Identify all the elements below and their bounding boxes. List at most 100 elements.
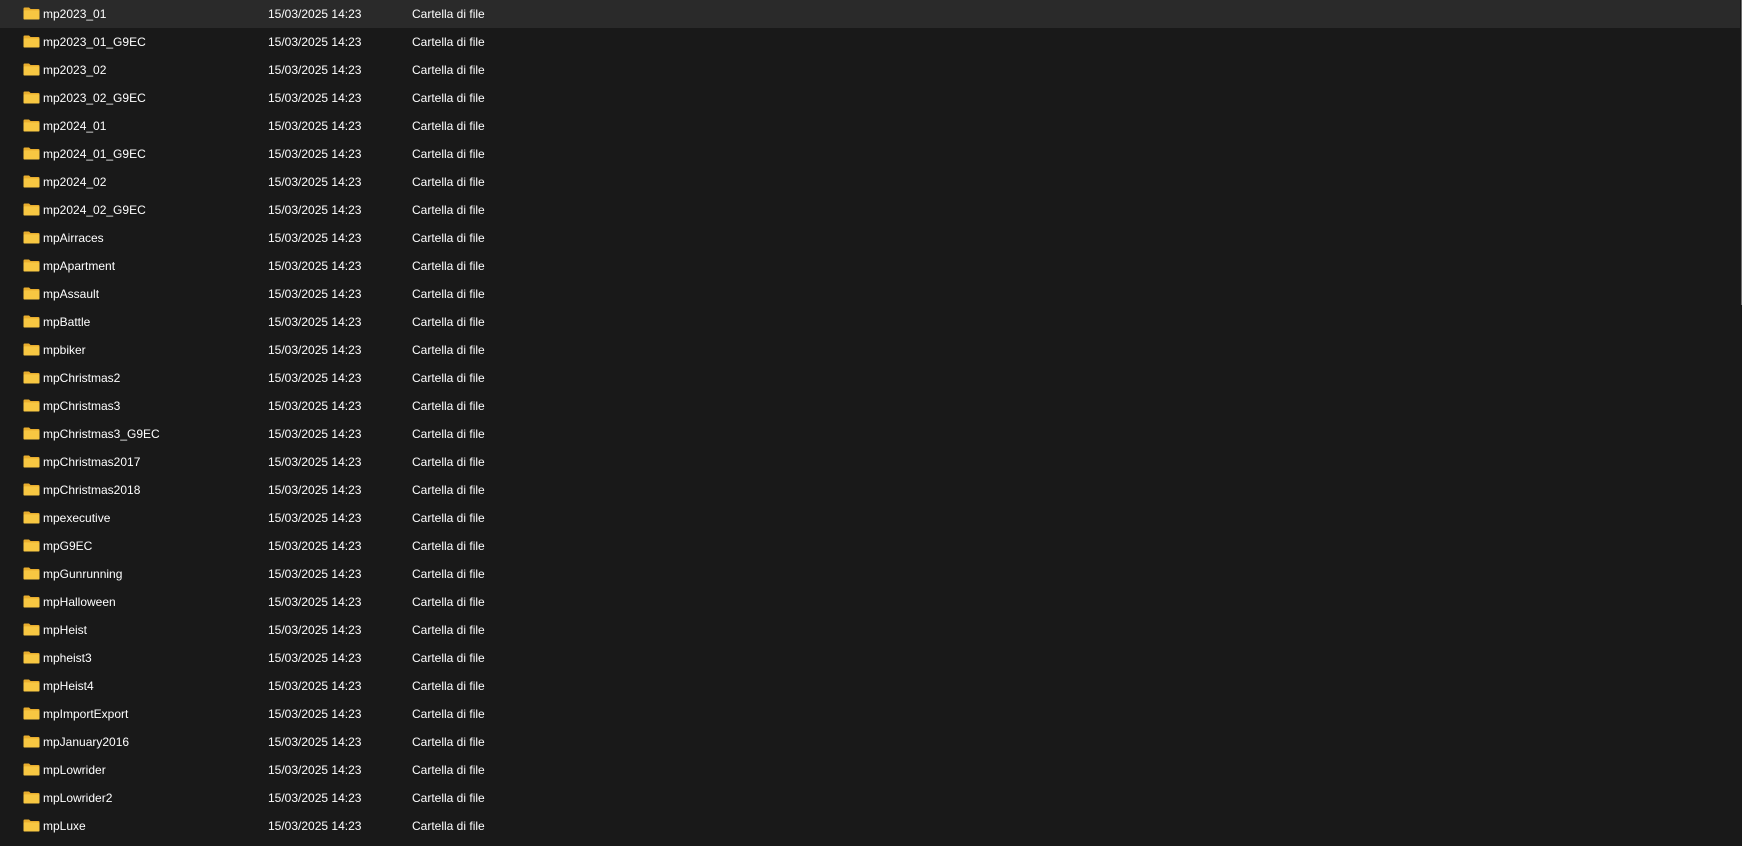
folder-name: mpG9EC [43, 539, 93, 553]
file-type: Cartella di file [412, 91, 485, 105]
modified-date: 15/03/2025 14:23 [268, 567, 362, 581]
file-type: Cartella di file [412, 707, 485, 721]
folder-icon [23, 371, 40, 384]
folder-name: mp2024_02 [43, 175, 107, 189]
modified-date: 15/03/2025 14:23 [268, 287, 362, 301]
folder-row[interactable]: mpLuxe 15/03/2025 14:23 Cartella di file [0, 812, 1740, 840]
folder-icon [23, 455, 40, 468]
folder-name: mp2023_02_G9EC [43, 91, 146, 105]
folder-row[interactable]: mpAssault 15/03/2025 14:23 Cartella di f… [0, 280, 1740, 308]
folder-icon [23, 119, 40, 132]
folder-row[interactable]: mp2023_01_G9EC 15/03/2025 14:23 Cartella… [0, 28, 1740, 56]
folder-icon [23, 91, 40, 104]
file-type: Cartella di file [412, 679, 485, 693]
folder-icon [23, 623, 40, 636]
file-type: Cartella di file [412, 259, 485, 273]
folder-row[interactable]: mpAirraces 15/03/2025 14:23 Cartella di … [0, 224, 1740, 252]
folder-icon [23, 651, 40, 664]
folder-icon [23, 511, 40, 524]
folder-row[interactable]: mpApartment 15/03/2025 14:23 Cartella di… [0, 252, 1740, 280]
file-list: mp2023_01 15/03/2025 14:23 Cartella di f… [0, 0, 1740, 840]
folder-name: mpChristmas2017 [43, 455, 141, 469]
modified-date: 15/03/2025 14:23 [268, 63, 362, 77]
modified-date: 15/03/2025 14:23 [268, 791, 362, 805]
folder-icon [23, 147, 40, 160]
folder-name: mpChristmas2018 [43, 483, 141, 497]
folder-icon [23, 791, 40, 804]
folder-row[interactable]: mpChristmas2 15/03/2025 14:23 Cartella d… [0, 364, 1740, 392]
folder-row[interactable]: mp2023_02 15/03/2025 14:23 Cartella di f… [0, 56, 1740, 84]
folder-icon [23, 259, 40, 272]
folder-name: mpGunrunning [43, 567, 123, 581]
modified-date: 15/03/2025 14:23 [268, 399, 362, 413]
file-type: Cartella di file [412, 63, 485, 77]
folder-name: mpApartment [43, 259, 116, 273]
modified-date: 15/03/2025 14:23 [268, 119, 362, 133]
folder-name: mpImportExport [43, 707, 129, 721]
modified-date: 15/03/2025 14:23 [268, 427, 362, 441]
folder-row[interactable]: mpChristmas3_G9EC 15/03/2025 14:23 Carte… [0, 420, 1740, 448]
folder-row[interactable]: mp2023_02_G9EC 15/03/2025 14:23 Cartella… [0, 84, 1740, 112]
modified-date: 15/03/2025 14:23 [268, 35, 362, 49]
folder-name: mpexecutive [43, 511, 111, 525]
file-type: Cartella di file [412, 119, 485, 133]
file-type: Cartella di file [412, 455, 485, 469]
folder-row[interactable]: mpLowrider2 15/03/2025 14:23 Cartella di… [0, 784, 1740, 812]
file-type: Cartella di file [412, 735, 485, 749]
folder-row[interactable]: mpbiker 15/03/2025 14:23 Cartella di fil… [0, 336, 1740, 364]
folder-row[interactable]: mpHeist 15/03/2025 14:23 Cartella di fil… [0, 616, 1740, 644]
folder-name: mpBattle [43, 315, 91, 329]
folder-icon [23, 63, 40, 76]
file-type: Cartella di file [412, 147, 485, 161]
folder-row[interactable]: mpHeist4 15/03/2025 14:23 Cartella di fi… [0, 672, 1740, 700]
folder-row[interactable]: mp2024_01_G9EC 15/03/2025 14:23 Cartella… [0, 140, 1740, 168]
folder-name: mpheist3 [43, 651, 92, 665]
folder-row[interactable]: mp2024_02 15/03/2025 14:23 Cartella di f… [0, 168, 1740, 196]
folder-icon [23, 35, 40, 48]
folder-name: mpHalloween [43, 595, 116, 609]
folder-row[interactable]: mpJanuary2016 15/03/2025 14:23 Cartella … [0, 728, 1740, 756]
folder-name: mpLowrider2 [43, 791, 113, 805]
folder-name: mp2024_02_G9EC [43, 203, 146, 217]
folder-row[interactable]: mpImportExport 15/03/2025 14:23 Cartella… [0, 700, 1740, 728]
folder-name: mp2023_01 [43, 7, 107, 21]
folder-row[interactable]: mpHalloween 15/03/2025 14:23 Cartella di… [0, 588, 1740, 616]
modified-date: 15/03/2025 14:23 [268, 595, 362, 609]
folder-name: mpAirraces [43, 231, 104, 245]
modified-date: 15/03/2025 14:23 [268, 259, 362, 273]
file-type: Cartella di file [412, 427, 485, 441]
folder-row[interactable]: mp2023_01 15/03/2025 14:23 Cartella di f… [0, 0, 1740, 28]
file-type: Cartella di file [412, 763, 485, 777]
modified-date: 15/03/2025 14:23 [268, 343, 362, 357]
folder-row[interactable]: mp2024_02_G9EC 15/03/2025 14:23 Cartella… [0, 196, 1740, 224]
file-type: Cartella di file [412, 483, 485, 497]
folder-row[interactable]: mpChristmas3 15/03/2025 14:23 Cartella d… [0, 392, 1740, 420]
file-type: Cartella di file [412, 287, 485, 301]
file-type: Cartella di file [412, 595, 485, 609]
folder-icon [23, 735, 40, 748]
folder-row[interactable]: mpexecutive 15/03/2025 14:23 Cartella di… [0, 504, 1740, 532]
folder-row[interactable]: mpGunrunning 15/03/2025 14:23 Cartella d… [0, 560, 1740, 588]
folder-icon [23, 595, 40, 608]
folder-icon [23, 175, 40, 188]
folder-row[interactable]: mpChristmas2018 15/03/2025 14:23 Cartell… [0, 476, 1740, 504]
file-type: Cartella di file [412, 315, 485, 329]
modified-date: 15/03/2025 14:23 [268, 7, 362, 21]
folder-row[interactable]: mpLowrider 15/03/2025 14:23 Cartella di … [0, 756, 1740, 784]
folder-name: mpAssault [43, 287, 100, 301]
folder-name: mpbiker [43, 343, 86, 357]
file-type: Cartella di file [412, 175, 485, 189]
folder-row[interactable]: mpBattle 15/03/2025 14:23 Cartella di fi… [0, 308, 1740, 336]
modified-date: 15/03/2025 14:23 [268, 707, 362, 721]
folder-icon [23, 763, 40, 776]
modified-date: 15/03/2025 14:23 [268, 91, 362, 105]
folder-name: mp2024_01 [43, 119, 107, 133]
file-type: Cartella di file [412, 35, 485, 49]
file-type: Cartella di file [412, 371, 485, 385]
folder-row[interactable]: mpG9EC 15/03/2025 14:23 Cartella di file [0, 532, 1740, 560]
folder-name: mpHeist [43, 623, 88, 637]
modified-date: 15/03/2025 14:23 [268, 763, 362, 777]
folder-row[interactable]: mpChristmas2017 15/03/2025 14:23 Cartell… [0, 448, 1740, 476]
folder-row[interactable]: mpheist3 15/03/2025 14:23 Cartella di fi… [0, 644, 1740, 672]
folder-row[interactable]: mp2024_01 15/03/2025 14:23 Cartella di f… [0, 112, 1740, 140]
